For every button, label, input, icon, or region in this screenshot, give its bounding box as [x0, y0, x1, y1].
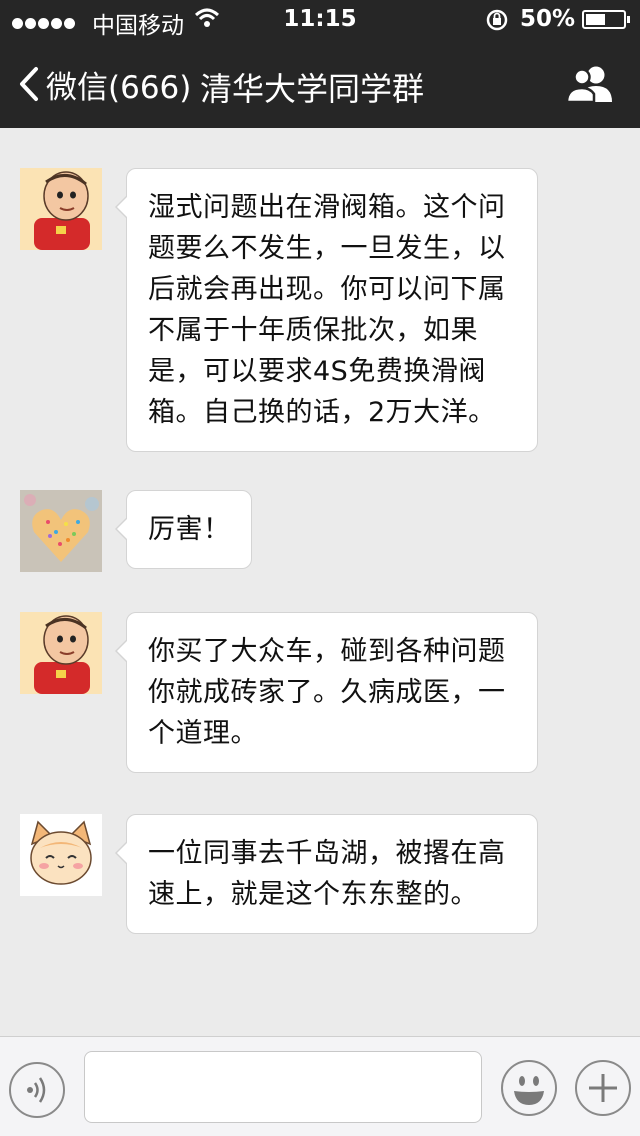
chat-title: 清华大学同学群 [200, 70, 425, 108]
message-bubble[interactable]: 湿式问题出在滑阀箱。这个问题要么不发生，一旦发生，以后就会再出现。你可以问下属不… [115, 168, 538, 452]
battery-percent: 50% [520, 6, 576, 32]
status-bar: 中国移动 11:15 50% [0, 0, 640, 40]
message-bubble[interactable]: 一位同事去千岛湖，被撂在高速上，就是这个东东整的。 [115, 814, 538, 934]
group-members-icon[interactable] [566, 64, 614, 104]
plus-icon[interactable] [574, 1059, 632, 1117]
chevron-left-icon [20, 67, 38, 101]
battery-icon [582, 10, 630, 29]
nav-bar: 微信(666) 清华大学同学群 [0, 40, 640, 128]
cartoon-man-avatar [20, 612, 102, 694]
cartoon-man-avatar [20, 168, 102, 250]
input-bar [0, 1036, 640, 1136]
cartoon-cat-avatar [20, 814, 102, 896]
emoji-icon[interactable] [500, 1059, 558, 1117]
top-bar: 中国移动 11:15 50% 微信(666) 清华大学同学群 [0, 0, 640, 128]
back-label: 微信(666) [46, 69, 192, 106]
voice-icon[interactable] [8, 1061, 66, 1119]
avatar[interactable] [20, 490, 102, 572]
avatar[interactable] [20, 168, 102, 250]
message-input[interactable] [84, 1051, 482, 1123]
heart-cookie-avatar [20, 490, 102, 572]
message-bubble[interactable]: 你买了大众车，碰到各种问题你就成砖家了。久病成医，一个道理。 [115, 612, 538, 773]
back-button[interactable]: 微信(666) [18, 62, 191, 106]
message-bubble[interactable]: 厉害！ [115, 490, 252, 569]
avatar[interactable] [20, 612, 102, 694]
rotation-lock-icon [486, 9, 508, 31]
avatar[interactable] [20, 814, 102, 896]
